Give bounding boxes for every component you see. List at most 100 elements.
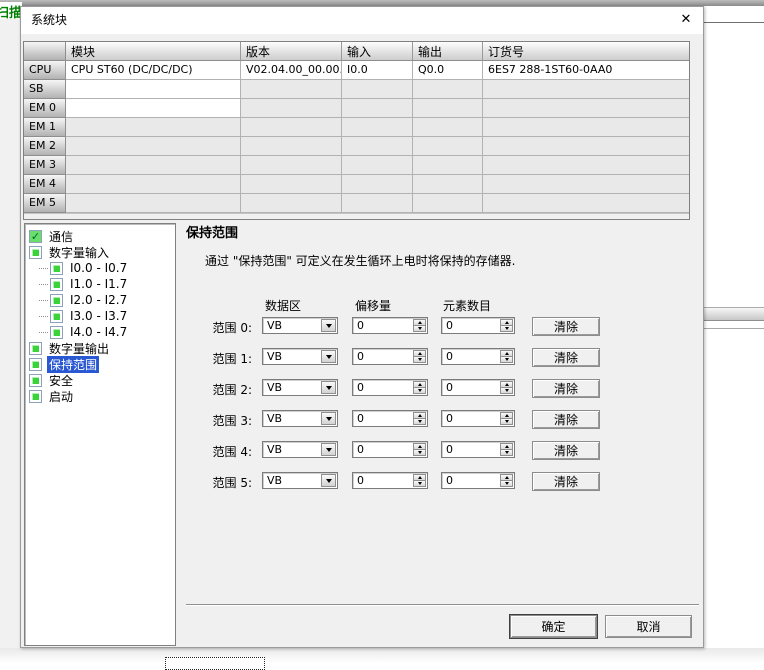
spin-down-icon[interactable] — [413, 450, 426, 456]
background-divider — [704, 328, 764, 329]
spin-up-icon[interactable] — [413, 381, 426, 388]
cell-version[interactable]: V02.04.00_00.00... — [241, 61, 342, 80]
row-header[interactable]: CPU — [24, 61, 66, 80]
count-spinner[interactable]: 0 — [441, 472, 515, 489]
cell-module — [66, 156, 241, 175]
chevron-down-icon[interactable] — [321, 381, 336, 394]
chevron-down-icon[interactable] — [321, 350, 336, 363]
offset-spinner[interactable]: 0 — [352, 441, 428, 458]
background-left-strip — [0, 19, 20, 648]
tree-item-i1[interactable]: I1.0 - I1.7 — [29, 276, 175, 292]
row-header[interactable]: EM 0 — [24, 99, 66, 118]
spin-up-icon[interactable] — [500, 350, 513, 357]
row-header[interactable]: EM 3 — [24, 156, 66, 175]
clear-button[interactable]: 清除 — [532, 441, 600, 460]
tree-item-digital-inputs[interactable]: 数字量输入 — [29, 244, 175, 260]
data-area-select[interactable]: VB — [262, 379, 338, 396]
row-header[interactable]: EM 5 — [24, 194, 66, 213]
range-row-1: 范围 1: VB 0 0 清除 — [21, 348, 705, 367]
count-spinner[interactable]: 0 — [441, 348, 515, 365]
chevron-down-icon[interactable] — [321, 319, 336, 332]
cell-module[interactable]: CPU ST60 (DC/DC/DC) — [66, 61, 241, 80]
spin-down-icon[interactable] — [413, 481, 426, 487]
cancel-button[interactable]: 取消 — [605, 615, 692, 638]
clear-button[interactable]: 清除 — [532, 472, 600, 491]
background-bottom-strip — [0, 648, 764, 670]
count-spinner[interactable]: 0 — [441, 441, 515, 458]
table-header-row: 模块 版本 输入 输出 订货号 — [24, 42, 689, 61]
spin-down-icon[interactable] — [500, 419, 513, 425]
system-block-dialog: 系统块 ✕ 模块 版本 输入 输出 订货号 CPU CPU ST60 (DC/D… — [20, 6, 704, 648]
chevron-down-icon[interactable] — [321, 412, 336, 425]
count-spinner[interactable]: 0 — [441, 410, 515, 427]
checkbox-checked-icon: ✓ — [29, 230, 42, 243]
dialog-title: 系统块 — [31, 7, 67, 34]
spin-down-icon[interactable] — [500, 357, 513, 363]
offset-spinner[interactable]: 0 — [352, 410, 428, 427]
data-area-select[interactable]: VB — [262, 472, 338, 489]
dialog-titlebar: 系统块 ✕ — [21, 7, 703, 34]
clear-button[interactable]: 清除 — [532, 379, 600, 398]
row-header[interactable]: SB — [24, 80, 66, 99]
column-header-output: 输出 — [413, 42, 483, 61]
clear-button[interactable]: 清除 — [532, 317, 600, 336]
cell-module[interactable] — [66, 99, 241, 118]
cell-version — [241, 137, 342, 156]
spin-down-icon[interactable] — [413, 326, 426, 332]
tree-item-communication[interactable]: ✓ 通信 — [29, 228, 175, 244]
spin-up-icon[interactable] — [500, 443, 513, 450]
row-header[interactable]: EM 2 — [24, 137, 66, 156]
count-spinner[interactable]: 0 — [441, 379, 515, 396]
table-scrollbar-track[interactable] — [24, 213, 689, 219]
offset-spinner[interactable]: 0 — [352, 317, 428, 334]
cell-module[interactable] — [66, 80, 241, 99]
offset-spinner[interactable]: 0 — [352, 379, 428, 396]
ok-button[interactable]: 确定 — [510, 615, 597, 638]
green-square-icon — [50, 294, 63, 307]
cell-order — [483, 137, 689, 156]
spin-down-icon[interactable] — [500, 388, 513, 394]
close-icon[interactable]: ✕ — [678, 12, 694, 28]
cell-version — [241, 80, 342, 99]
spin-up-icon[interactable] — [413, 319, 426, 326]
data-area-select[interactable]: VB — [262, 317, 338, 334]
data-area-select[interactable]: VB — [262, 348, 338, 365]
cell-input — [342, 156, 413, 175]
spin-up-icon[interactable] — [500, 474, 513, 481]
cell-output: Q0.0 — [413, 61, 483, 80]
offset-spinner[interactable]: 0 — [352, 472, 428, 489]
spin-up-icon[interactable] — [500, 319, 513, 326]
spin-down-icon[interactable] — [413, 357, 426, 363]
cell-module — [66, 118, 241, 137]
spin-down-icon[interactable] — [500, 481, 513, 487]
cell-version — [241, 156, 342, 175]
spin-up-icon[interactable] — [413, 474, 426, 481]
spin-down-icon[interactable] — [413, 419, 426, 425]
cell-input — [342, 118, 413, 137]
row-header[interactable]: EM 4 — [24, 175, 66, 194]
spin-up-icon[interactable] — [413, 443, 426, 450]
clear-button[interactable]: 清除 — [532, 410, 600, 429]
cell-order — [483, 194, 689, 213]
tree-item-i0[interactable]: I0.0 - I0.7 — [29, 260, 175, 276]
spin-up-icon[interactable] — [500, 412, 513, 419]
spin-down-icon[interactable] — [500, 326, 513, 332]
row-header[interactable]: EM 1 — [24, 118, 66, 137]
spin-up-icon[interactable] — [413, 412, 426, 419]
chevron-down-icon[interactable] — [321, 443, 336, 456]
clear-button[interactable]: 清除 — [532, 348, 600, 367]
column-label-data-area: 数据区 — [265, 297, 301, 314]
count-spinner[interactable]: 0 — [441, 317, 515, 334]
data-area-select[interactable]: VB — [262, 410, 338, 427]
spin-up-icon[interactable] — [500, 381, 513, 388]
spin-down-icon[interactable] — [500, 450, 513, 456]
spin-down-icon[interactable] — [413, 388, 426, 394]
spin-up-icon[interactable] — [413, 350, 426, 357]
screen: 扫描 系统块 ✕ 模块 版本 输入 输出 订货号 CPU CPU ST60 (D… — [0, 0, 764, 670]
data-area-select[interactable]: VB — [262, 441, 338, 458]
chevron-down-icon[interactable] — [321, 474, 336, 487]
offset-spinner[interactable]: 0 — [352, 348, 428, 365]
tree-item-i2[interactable]: I2.0 - I2.7 — [29, 292, 175, 308]
table-corner-cell — [24, 42, 66, 61]
cell-order — [483, 175, 689, 194]
